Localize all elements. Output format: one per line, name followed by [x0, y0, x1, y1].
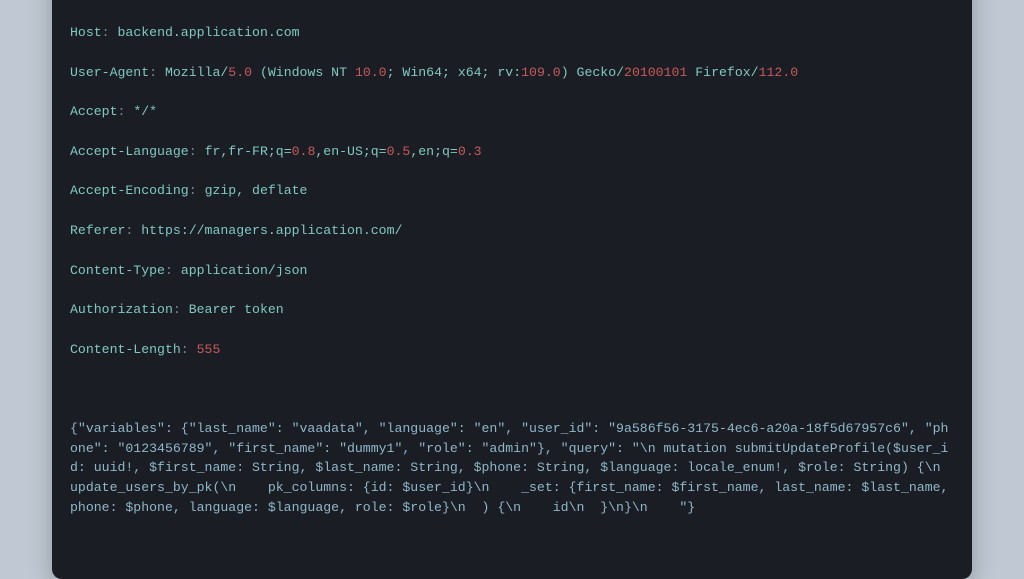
header-content-type: Content-Type: application/json [70, 261, 954, 281]
header-authorization: Authorization: Bearer token [70, 300, 954, 320]
header-referer: Referer: https://managers.application.co… [70, 221, 954, 241]
header-accept-language: Accept-Language: fr,fr-FR;q=0.8,en-US;q=… [70, 142, 954, 162]
terminal-window: POST /v1/graphql HTTP/1.1 Host: backend.… [52, 0, 972, 579]
request-body: {"variables": {"last_name": "vaadata", "… [70, 419, 954, 518]
header-host: Host: backend.application.com [70, 23, 954, 43]
header-accept-encoding: Accept-Encoding: gzip, deflate [70, 181, 954, 201]
header-content-length: Content-Length: 555 [70, 340, 954, 360]
header-accept: Accept: */* [70, 102, 954, 122]
request-line: POST /v1/graphql HTTP/1.1 [70, 0, 954, 3]
http-request-block: POST /v1/graphql HTTP/1.1 Host: backend.… [52, 0, 972, 579]
header-user-agent: User-Agent: Mozilla/5.0 (Windows NT 10.0… [70, 63, 954, 83]
